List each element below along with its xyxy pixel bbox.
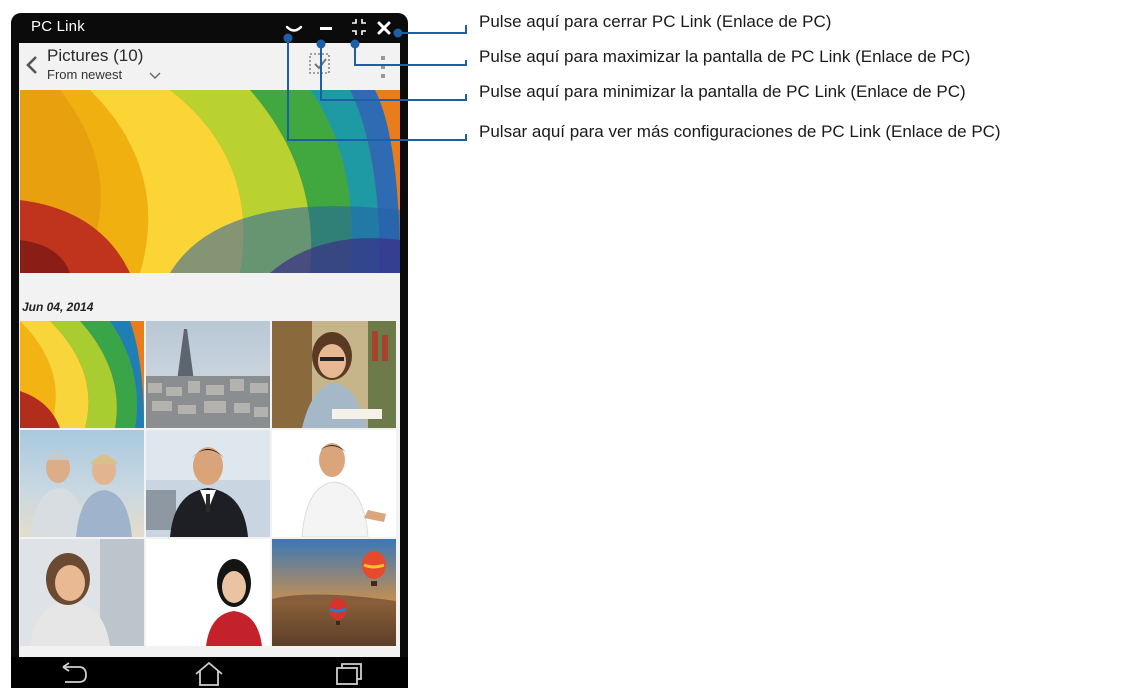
- callout-more-settings: Pulsar aquí para ver más configuraciones…: [479, 122, 1001, 141]
- callout-lines: [283, 25, 467, 141]
- callout-maximize: Pulse aquí para maximizar la pantalla de…: [479, 47, 971, 66]
- callout-minimize: Pulse aquí para minimizar la pantalla de…: [479, 82, 966, 101]
- callout-close: Pulse aquí para cerrar PC Link (Enlace d…: [479, 12, 832, 31]
